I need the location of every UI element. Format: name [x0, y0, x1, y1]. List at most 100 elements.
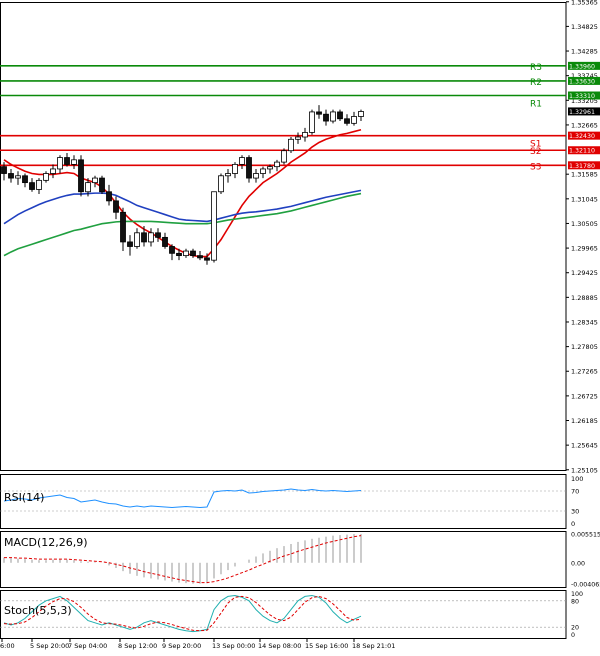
bullish-candle: [148, 232, 154, 243]
bearish-candle: [64, 157, 70, 165]
bullish-candle: [211, 191, 217, 261]
bearish-candle: [99, 177, 105, 193]
price-tick-label: 1.29965: [571, 245, 598, 253]
price-tick-label: 1.34285: [571, 48, 598, 56]
rsi-tick-label: 0: [571, 520, 575, 528]
bullish-candle: [15, 175, 21, 179]
pivot-price-label: 1.33310: [569, 93, 595, 100]
bearish-candle: [204, 257, 210, 261]
bullish-candle: [85, 182, 91, 193]
bullish-candle: [232, 163, 238, 174]
chart-window: 1.35365 1.34825 1.34285 1.33745 1.33205 1.326…: [0, 0, 600, 656]
price-tick-label: 1.25105: [571, 466, 598, 474]
stoch-tick-label: 20: [571, 625, 579, 632]
price-tick-label: 1.28885: [571, 294, 598, 302]
bearish-candle: [106, 191, 112, 202]
price-tick-label: 1.30505: [571, 220, 598, 228]
bullish-candle: [50, 168, 56, 174]
bearish-candle: [127, 241, 133, 247]
price-tick-label: 1.31585: [571, 171, 598, 179]
pivot-price-label: 1.31780: [569, 163, 595, 170]
stoch-tick-label: 0: [571, 632, 575, 639]
bearish-candle: [176, 252, 182, 257]
macd-tick-label: 0.005515: [571, 532, 600, 539]
time-tick-label: 14 Sep 08:00: [258, 642, 301, 650]
bearish-candle: [197, 255, 203, 259]
time-tick-label: 6:00: [0, 642, 15, 650]
rsi-tick-label: 100: [571, 475, 583, 483]
bearish-candle: [316, 111, 322, 115]
bullish-candle: [134, 232, 140, 247]
macd-tick-label: 0.00: [571, 560, 585, 567]
bullish-candle: [239, 157, 245, 165]
pivot-level-name: S2: [530, 147, 541, 157]
bearish-candle: [155, 232, 161, 238]
bearish-candle: [113, 200, 119, 213]
pivot-level-name: S3: [530, 162, 541, 172]
bullish-candle: [295, 136, 301, 140]
pivot-price-label: 1.32110: [569, 148, 595, 155]
price-tick-label: 1.27805: [571, 343, 598, 351]
bearish-candle: [1, 166, 7, 174]
price-tick-label: 1.29425: [571, 269, 598, 277]
price-tick-label: 1.32665: [571, 121, 598, 129]
bearish-candle: [162, 236, 168, 247]
rsi-tick-label: 30: [571, 508, 579, 516]
bearish-candle: [323, 113, 329, 122]
bearish-candle: [141, 232, 147, 243]
pivot-price-label: 1.33630: [569, 78, 595, 85]
bullish-candle: [218, 175, 224, 193]
pivot-level-name: R2: [530, 78, 542, 88]
bearish-candle: [22, 175, 28, 184]
stoch-label: Stoch(5,5,3): [4, 604, 72, 617]
stoch-panel: [0, 590, 567, 639]
time-tick-label: 18 Sep 21:01: [352, 642, 395, 650]
price-tick-label: 1.34825: [571, 23, 598, 31]
stoch-tick-label: 80: [571, 598, 579, 605]
bullish-candle: [267, 166, 273, 170]
price-tick-label: 1.28345: [571, 318, 598, 326]
price-tick-label: 1.35365: [571, 0, 598, 6]
stoch-tick-label: 100: [571, 591, 583, 598]
bearish-candle: [190, 250, 196, 257]
time-tick-label: 15 Sep 16:00: [305, 642, 348, 650]
price-tick-label: 1.31045: [571, 195, 598, 203]
bullish-candle: [260, 168, 266, 174]
macd-label: MACD(12,26,9): [4, 536, 88, 549]
pivot-level-name: R3: [530, 63, 542, 73]
bearish-candle: [29, 182, 35, 190]
bullish-candle: [57, 157, 63, 170]
pivot-price-label: 1.33960: [569, 63, 595, 70]
price-tick-label: 1.25645: [571, 442, 598, 450]
bullish-candle: [288, 138, 294, 152]
bullish-candle: [358, 111, 364, 117]
price-chart: 1.353651.348251.342851.337451.332051.326…: [0, 0, 600, 650]
bearish-candle: [246, 157, 252, 179]
bullish-candle: [302, 132, 308, 138]
bullish-candle: [71, 159, 77, 165]
bearish-candle: [337, 111, 343, 120]
bullish-candle: [274, 161, 280, 168]
bullish-candle: [309, 111, 315, 133]
bearish-candle: [8, 173, 14, 179]
bullish-candle: [330, 111, 336, 122]
price-tick-label: 1.26185: [571, 417, 598, 425]
price-tick-label: 1.27265: [571, 368, 598, 376]
time-tick-label: 7 Sep 04:00: [68, 642, 107, 650]
bearish-candle: [78, 159, 84, 193]
rsi-tick-label: 70: [571, 488, 579, 496]
rsi-label: RSI(14): [4, 491, 44, 504]
bullish-candle: [351, 116, 357, 124]
price-panel: [0, 2, 567, 471]
bullish-candle: [36, 179, 42, 190]
bullish-candle: [43, 173, 49, 181]
pivot-price-label: 1.32430: [569, 133, 595, 140]
bullish-candle: [183, 250, 189, 257]
macd-tick-label: -0.004065: [571, 582, 600, 589]
bullish-candle: [281, 150, 287, 163]
bullish-candle: [225, 173, 231, 177]
bearish-candle: [169, 246, 175, 254]
bearish-candle: [120, 211, 126, 243]
bullish-candle: [92, 177, 98, 184]
price-tick-label: 1.26725: [571, 392, 598, 400]
